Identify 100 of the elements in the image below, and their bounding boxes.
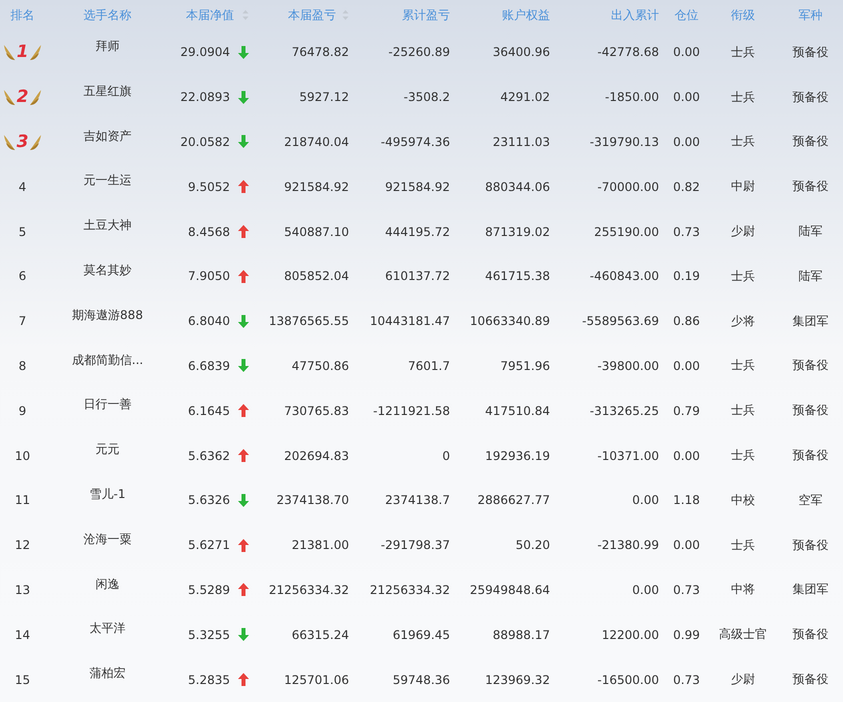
rank-number: 12 [14, 538, 30, 552]
table-cell: 士兵 [731, 357, 755, 374]
rank-number: 14 [14, 628, 30, 642]
rank-number: 3 [16, 132, 28, 152]
player-name[interactable]: 元一生运 [84, 172, 132, 190]
table-cell: 士兵 [731, 402, 755, 420]
table-cell: 871319.02 [485, 224, 550, 239]
table-cell: 202694.83 [284, 448, 349, 463]
table-cell: 76478.82 [292, 45, 349, 60]
player-name[interactable]: 沧海一粟 [84, 530, 132, 548]
net-value: 6.1645 [188, 404, 230, 418]
player-name[interactable]: 五星红旗 [84, 82, 132, 100]
table-cell: 13876565.55 [268, 314, 349, 328]
table-cell: -70000.00 [597, 180, 659, 194]
player-name[interactable]: 元元 [96, 441, 120, 458]
player-name[interactable]: 期海遨游888 [72, 306, 143, 324]
column-header: 选手名称 [84, 6, 132, 24]
table-cell: 士兵 [731, 536, 755, 554]
table-cell: 25949848.64 [470, 582, 550, 597]
table-cell: 预备役 [792, 44, 828, 61]
table-cell: 21256334.32 [370, 582, 450, 597]
table-cell: 2886627.77 [477, 493, 550, 508]
table-cell: -21380.99 [597, 538, 659, 552]
net-value: 8.4568 [188, 224, 230, 239]
table-cell: 10443181.47 [370, 314, 450, 328]
player-name[interactable]: 莫名其妙 [84, 262, 132, 279]
rank-number: 5 [18, 224, 26, 239]
table-cell: 士兵 [731, 44, 755, 61]
table-cell: 730765.83 [284, 404, 349, 418]
table-cell: -5589563.69 [582, 314, 659, 328]
table-cell: 0 [442, 448, 450, 463]
net-value: 6.8040 [188, 314, 230, 328]
player-name[interactable]: 蒲柏宏 [90, 665, 126, 682]
net-value: 29.0904 [180, 45, 230, 60]
table-cell: 444195.72 [385, 224, 450, 239]
table-cell: 陆军 [798, 268, 822, 285]
table-cell: -291798.37 [380, 538, 450, 552]
table-cell: 2374138.7 [385, 493, 450, 508]
table-cell: 预备役 [792, 671, 828, 688]
rank-number: 6 [18, 269, 26, 284]
table-cell: 1.18 [673, 493, 700, 508]
rank-number: 9 [18, 404, 26, 418]
table-cell: 88988.17 [492, 628, 550, 642]
player-name[interactable]: 成都简勤信... [72, 352, 144, 369]
player-name[interactable]: 拜师 [96, 38, 120, 55]
player-name[interactable]: 太平洋 [90, 620, 126, 638]
rank-number: 7 [18, 314, 26, 328]
table-cell: 集团军 [792, 312, 828, 330]
rank-number: 2 [16, 87, 28, 108]
rank-number: 11 [14, 493, 30, 508]
player-name[interactable]: 闲逸 [96, 576, 120, 593]
table-cell: 921584.92 [284, 180, 349, 194]
table-cell: 0.86 [673, 314, 700, 328]
table-cell: 0.73 [673, 224, 700, 239]
table-cell: 880344.06 [485, 180, 550, 194]
table-cell: 0.00 [673, 448, 700, 463]
table-cell: 空军 [798, 492, 822, 509]
table-cell: 0.00 [673, 134, 700, 149]
table-cell: -313265.25 [590, 404, 659, 418]
table-cell: 4291.02 [500, 90, 550, 104]
player-name[interactable]: 吉如资产 [84, 128, 132, 145]
net-value: 7.9050 [188, 269, 230, 284]
table-cell: 士兵 [731, 88, 755, 106]
table-cell: 7951.96 [500, 358, 550, 373]
net-value: 5.5289 [188, 582, 230, 597]
table-cell: 士兵 [731, 268, 755, 285]
table-cell: 10663340.89 [470, 314, 550, 328]
table-cell: 0.00 [673, 90, 700, 104]
table-cell: 5927.12 [299, 90, 349, 104]
table-cell: -3508.2 [404, 90, 450, 104]
table-cell: 123969.32 [485, 672, 550, 687]
net-value: 9.5052 [188, 180, 230, 194]
table-cell: 少尉 [731, 223, 755, 240]
table-cell: 0.73 [673, 672, 700, 687]
player-name[interactable]: 土豆大神 [84, 217, 132, 234]
table-cell: 50.20 [516, 538, 550, 552]
net-value: 5.6271 [188, 538, 230, 552]
rank-number: 15 [14, 672, 30, 687]
table-cell: 417510.84 [485, 404, 550, 418]
table-cell: 23111.03 [492, 134, 550, 149]
table-cell: 少尉 [731, 671, 755, 688]
table-cell: 61969.45 [392, 628, 450, 642]
table-cell: -16500.00 [597, 672, 659, 687]
net-value: 22.0893 [180, 90, 230, 104]
net-value: 20.0582 [180, 134, 230, 149]
rank-number: 8 [18, 358, 26, 373]
player-name[interactable]: 日行一善 [84, 396, 132, 414]
table-cell: 66315.24 [292, 628, 349, 642]
column-header: 军种 [798, 6, 822, 24]
table-cell: 255190.00 [594, 224, 659, 239]
table-cell: 预备役 [792, 133, 828, 150]
table-cell: 预备役 [792, 536, 828, 554]
column-header: 出入累计 [611, 6, 659, 24]
table-cell: 预备役 [792, 626, 828, 644]
player-name[interactable]: 雪儿-1 [90, 486, 126, 503]
table-cell: 125701.06 [284, 672, 349, 687]
table-cell: 0.00 [632, 493, 659, 508]
table-cell: 0.00 [673, 45, 700, 60]
rank-number: 10 [14, 448, 30, 463]
table-cell: 陆军 [798, 223, 822, 240]
